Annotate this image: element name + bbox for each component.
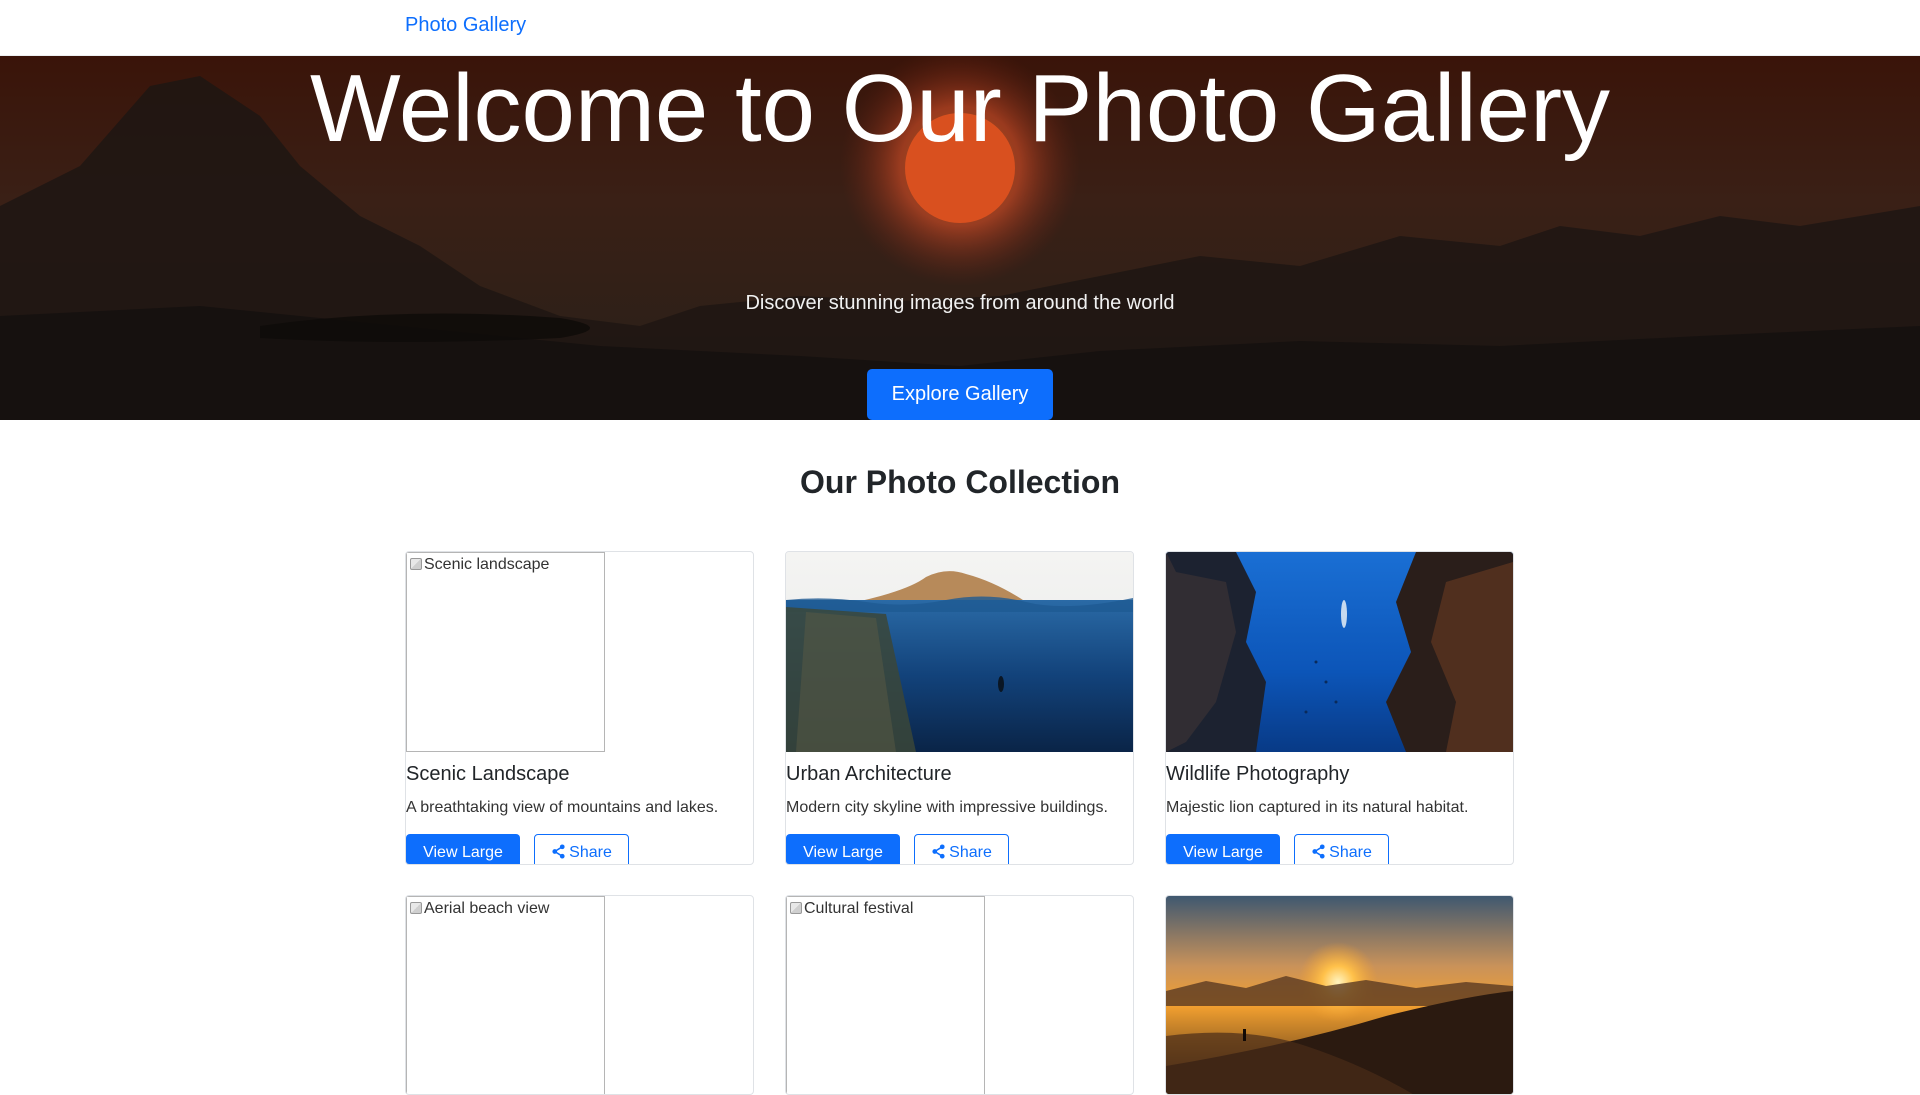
card-title: Scenic Landscape (406, 763, 570, 785)
image-alt-text: Aerial beach view (424, 900, 550, 917)
photo-image[interactable] (1166, 896, 1513, 1094)
view-large-button[interactable]: View Large (786, 834, 900, 864)
broken-image: Scenic landscape (406, 552, 605, 752)
share-button[interactable]: Share (914, 834, 1009, 864)
broken-image: Cultural festival (786, 896, 985, 1094)
image-alt-text: Scenic landscape (424, 556, 550, 573)
card-text: Modern city skyline with impressive buil… (786, 799, 1108, 816)
share-icon (552, 844, 565, 859)
card-title: Urban Architecture (786, 763, 952, 785)
hero-subtitle: Discover stunning images from around the… (745, 292, 1175, 314)
photo-image[interactable]: Aerial beach view (406, 896, 753, 1094)
brand-link[interactable]: Photo Gallery (405, 14, 526, 37)
ocean-island-photo (786, 552, 1133, 752)
share-label: Share (1329, 844, 1372, 861)
share-label: Share (569, 844, 612, 861)
section-title: Our Photo Collection (800, 464, 1120, 500)
broken-image-icon (790, 902, 802, 914)
broken-image-icon (410, 558, 422, 570)
image-alt-text: Cultural festival (804, 900, 914, 917)
desert-sunset-photo (1166, 896, 1513, 1094)
photo-card: Cultural festival (785, 895, 1134, 1095)
share-icon (932, 844, 945, 859)
broken-image-icon (410, 902, 422, 914)
share-label: Share (949, 844, 992, 861)
photo-image[interactable] (1166, 552, 1513, 752)
share-button[interactable]: Share (1294, 834, 1389, 864)
photo-card: Scenic landscape Scenic Landscape A brea… (405, 551, 754, 865)
underwater-reef-photo (1166, 552, 1513, 752)
photo-image[interactable]: Cultural festival (786, 896, 1133, 1094)
card-text: Majestic lion captured in its natural ha… (1166, 799, 1469, 816)
photo-image[interactable] (786, 552, 1133, 752)
card-text: A breathtaking view of mountains and lak… (406, 799, 719, 816)
navbar: Photo Gallery (0, 0, 1920, 56)
hero-banner: Welcome to Our Photo Gallery Discover st… (0, 56, 1920, 420)
photo-card: Wildlife Photography Majestic lion captu… (1165, 551, 1514, 865)
photo-card (1165, 895, 1514, 1095)
view-large-button[interactable]: View Large (1166, 834, 1280, 864)
view-large-button[interactable]: View Large (406, 834, 520, 864)
share-button[interactable]: Share (534, 834, 629, 864)
photo-card: Urban Architecture Modern city skyline w… (785, 551, 1134, 865)
hero-title: Welcome to Our Photo Gallery (309, 56, 1611, 162)
photo-image[interactable]: Scenic landscape (406, 552, 753, 752)
broken-image: Aerial beach view (406, 896, 605, 1094)
share-icon (1312, 844, 1325, 859)
explore-gallery-button[interactable]: Explore Gallery (867, 369, 1053, 420)
card-title: Wildlife Photography (1166, 763, 1350, 785)
photo-card: Aerial beach view (405, 895, 754, 1095)
